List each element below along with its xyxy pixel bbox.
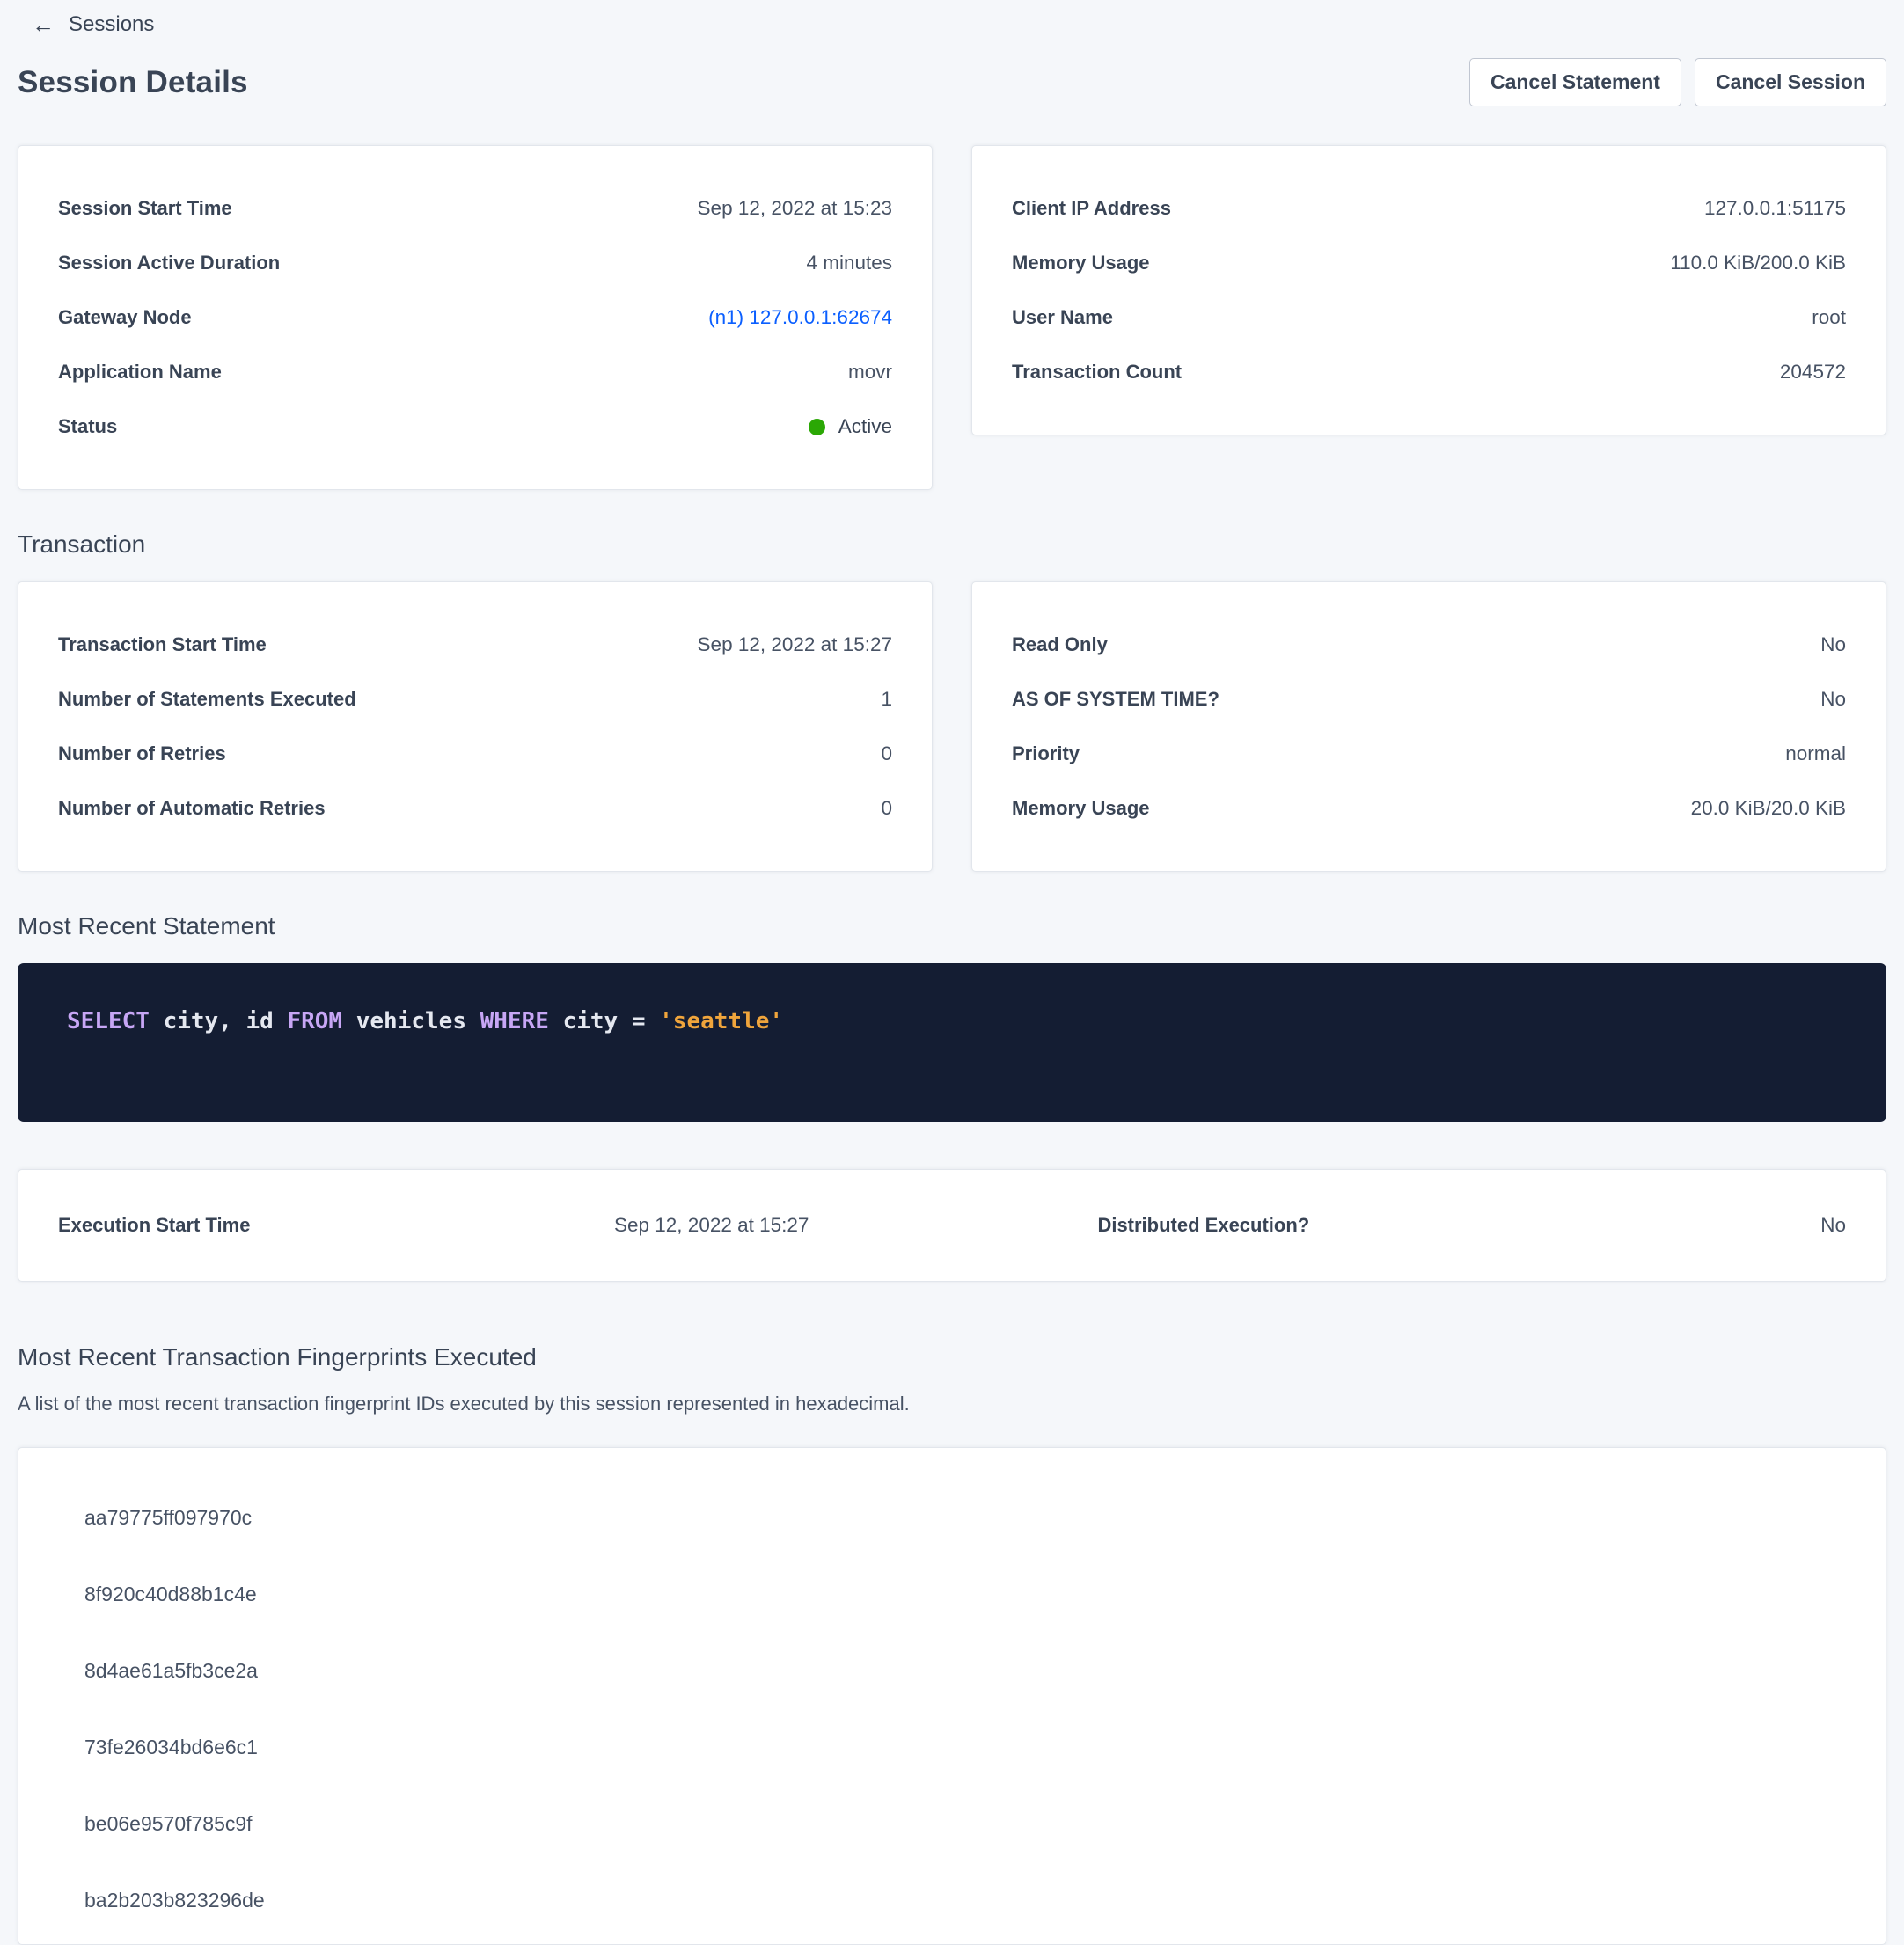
summary-row-read-only: Read Only No	[1012, 618, 1846, 672]
gateway-node-link[interactable]: (n1) 127.0.0.1:62674	[708, 306, 892, 329]
page-title: Session Details	[18, 65, 248, 100]
summary-value: movr	[848, 361, 892, 384]
summary-label: Transaction Count	[1012, 361, 1182, 384]
summary-value: normal	[1785, 742, 1846, 765]
status-active-dot	[809, 419, 825, 435]
fingerprint-id: 73fe26034bd6e6c1	[18, 1709, 1886, 1786]
breadcrumb-label: Sessions	[69, 12, 154, 37]
summary-row-session-start-time: Session Start Time Sep 12, 2022 at 15:23	[58, 181, 892, 236]
sessions-back-link[interactable]: ← Sessions	[32, 12, 154, 37]
summary-value: 4 minutes	[806, 252, 892, 274]
summary-value: Sep 12, 2022 at 15:23	[698, 197, 892, 220]
session-summary-grid: Session Start Time Sep 12, 2022 at 15:23…	[18, 145, 1886, 490]
summary-row-statements-executed: Number of Statements Executed 1	[58, 672, 892, 727]
summary-label: Session Active Duration	[58, 252, 280, 274]
distributed-execution-item: Distributed Execution? No	[809, 1214, 1846, 1237]
summary-row-session-active-duration: Session Active Duration 4 minutes	[58, 236, 892, 290]
fingerprints-section-heading: Most Recent Transaction Fingerprints Exe…	[18, 1343, 1886, 1371]
fingerprints-card: aa79775ff097970c 8f920c40d88b1c4e 8d4ae6…	[18, 1447, 1886, 1945]
summary-row-client-ip: Client IP Address 127.0.0.1:51175	[1012, 181, 1846, 236]
summary-row-gateway-node: Gateway Node (n1) 127.0.0.1:62674	[58, 290, 892, 345]
summary-row-memory-usage: Memory Usage 110.0 KiB/200.0 KiB	[1012, 236, 1846, 290]
sql-keyword: WHERE	[480, 1008, 549, 1035]
summary-row-user-name: User Name root	[1012, 290, 1846, 345]
fingerprint-id: 8d4ae61a5fb3ce2a	[18, 1633, 1886, 1709]
summary-value: 0	[881, 797, 892, 820]
summary-label: Priority	[1012, 742, 1080, 765]
summary-value: 204572	[1780, 361, 1846, 384]
summary-label: Read Only	[1012, 633, 1108, 656]
statement-section-heading: Most Recent Statement	[18, 912, 1886, 940]
summary-label: Number of Statements Executed	[58, 688, 356, 711]
summary-row-transaction-start-time: Transaction Start Time Sep 12, 2022 at 1…	[58, 618, 892, 672]
session-summary-card-right: Client IP Address 127.0.0.1:51175 Memory…	[971, 145, 1886, 435]
back-arrow-icon: ←	[32, 13, 55, 36]
summary-value: root	[1812, 306, 1846, 329]
summary-row-application-name: Application Name movr	[58, 345, 892, 399]
fingerprints-description: A list of the most recent transaction fi…	[18, 1393, 1886, 1415]
summary-label: Number of Automatic Retries	[58, 797, 326, 820]
header-actions: Cancel Statement Cancel Session	[1469, 58, 1886, 106]
summary-row-as-of-system-time: AS OF SYSTEM TIME? No	[1012, 672, 1846, 727]
cancel-statement-button[interactable]: Cancel Statement	[1469, 58, 1681, 106]
summary-value: 20.0 KiB/20.0 KiB	[1691, 797, 1846, 820]
summary-row-priority: Priority normal	[1012, 727, 1846, 781]
status-badge: Active	[809, 415, 892, 438]
execution-start-time-item: Execution Start Time Sep 12, 2022 at 15:…	[58, 1214, 809, 1237]
session-summary-card-left: Session Start Time Sep 12, 2022 at 15:23…	[18, 145, 933, 490]
summary-label: Status	[58, 415, 117, 438]
sql-string-literal: 'seattle'	[659, 1008, 783, 1035]
summary-value: No	[1820, 1214, 1846, 1237]
page-header: Session Details Cancel Statement Cancel …	[18, 58, 1886, 106]
summary-row-retries: Number of Retries 0	[58, 727, 892, 781]
sql-plain: vehicles	[342, 1008, 480, 1035]
summary-label: Gateway Node	[58, 306, 192, 329]
summary-row-transaction-count: Transaction Count 204572	[1012, 345, 1846, 399]
session-details-page: ← Sessions Session Details Cancel Statem…	[0, 0, 1904, 1945]
summary-value: Sep 12, 2022 at 15:27	[614, 1214, 809, 1237]
summary-label: Execution Start Time	[58, 1214, 250, 1237]
fingerprint-id: 8f920c40d88b1c4e	[18, 1556, 1886, 1633]
summary-label: AS OF SYSTEM TIME?	[1012, 688, 1219, 711]
transaction-section-heading: Transaction	[18, 530, 1886, 559]
summary-value: Sep 12, 2022 at 15:27	[698, 633, 892, 656]
fingerprint-id: aa79775ff097970c	[18, 1480, 1886, 1556]
summary-value: 0	[881, 742, 892, 765]
summary-label: Transaction Start Time	[58, 633, 267, 656]
summary-value: 110.0 KiB/200.0 KiB	[1670, 252, 1846, 274]
transaction-grid: Transaction Start Time Sep 12, 2022 at 1…	[18, 581, 1886, 872]
summary-value: No	[1820, 688, 1846, 711]
summary-value: No	[1820, 633, 1846, 656]
sql-keyword: SELECT	[67, 1008, 150, 1035]
summary-row-txn-memory-usage: Memory Usage 20.0 KiB/20.0 KiB	[1012, 781, 1846, 836]
summary-label: Memory Usage	[1012, 252, 1150, 274]
transaction-card-left: Transaction Start Time Sep 12, 2022 at 1…	[18, 581, 933, 872]
summary-row-automatic-retries: Number of Automatic Retries 0	[58, 781, 892, 836]
summary-label: User Name	[1012, 306, 1113, 329]
sql-plain: city, id	[150, 1008, 288, 1035]
fingerprint-id: be06e9570f785c9f	[18, 1786, 1886, 1862]
sql-keyword: FROM	[287, 1008, 342, 1035]
summary-row-status: Status Active	[58, 399, 892, 454]
sql-plain: city =	[549, 1008, 659, 1035]
summary-label: Memory Usage	[1012, 797, 1150, 820]
status-text: Active	[838, 415, 892, 438]
summary-label: Distributed Execution?	[1097, 1214, 1309, 1237]
sql-statement-block: SELECT city, id FROM vehicles WHERE city…	[18, 963, 1886, 1122]
summary-label: Application Name	[58, 361, 222, 384]
summary-label: Client IP Address	[1012, 197, 1171, 220]
transaction-card-right: Read Only No AS OF SYSTEM TIME? No Prior…	[971, 581, 1886, 872]
execution-card: Execution Start Time Sep 12, 2022 at 15:…	[18, 1169, 1886, 1282]
summary-value: 1	[881, 688, 892, 711]
summary-label: Session Start Time	[58, 197, 232, 220]
fingerprint-id: ba2b203b823296de	[18, 1862, 1886, 1939]
summary-label: Number of Retries	[58, 742, 226, 765]
sql-statement-text: SELECT city, id FROM vehicles WHERE city…	[67, 1007, 1837, 1037]
summary-value: 127.0.0.1:51175	[1704, 197, 1846, 220]
cancel-session-button[interactable]: Cancel Session	[1695, 58, 1886, 106]
